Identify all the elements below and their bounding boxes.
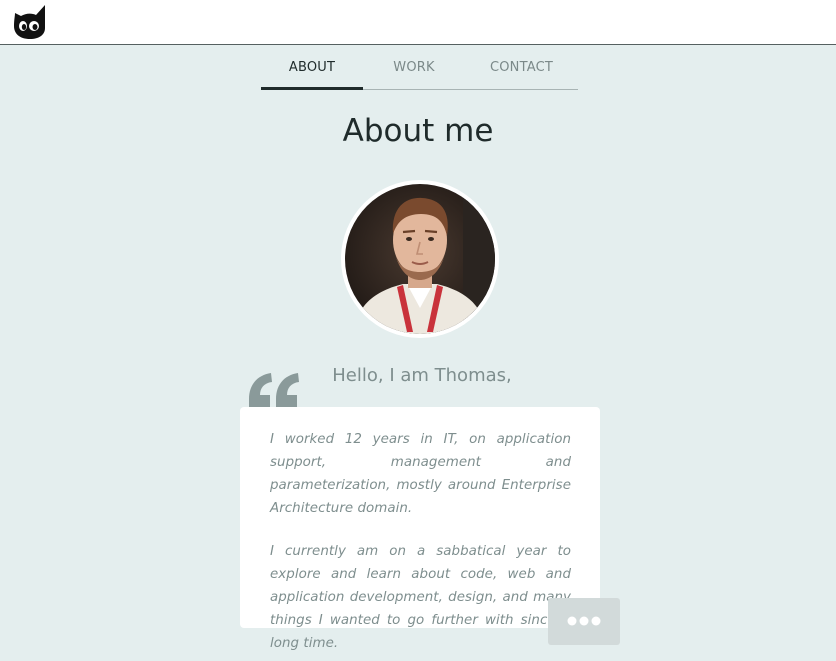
top-bar bbox=[0, 0, 836, 45]
more-button[interactable] bbox=[548, 598, 620, 645]
tab-work[interactable]: WORK bbox=[363, 45, 465, 90]
bio-paragraph: I currently am on a sabbatical year to e… bbox=[270, 544, 571, 651]
avatar bbox=[341, 180, 499, 338]
tab-about[interactable]: ABOUT bbox=[261, 45, 363, 90]
profile-photo bbox=[345, 184, 495, 334]
ellipsis-icon bbox=[567, 616, 601, 626]
active-tab-indicator bbox=[261, 87, 363, 90]
tab-contact[interactable]: CONTACT bbox=[465, 45, 578, 90]
main-tabs: ABOUT WORK CONTACT bbox=[261, 45, 578, 90]
cat-head-logo[interactable] bbox=[12, 4, 48, 40]
greeting: Hello, I am Thomas, bbox=[332, 365, 512, 386]
page-title: About me bbox=[342, 113, 494, 149]
bio-card: I worked 12 years in IT, on application … bbox=[240, 407, 600, 651]
bio-paragraph: I worked 12 years in IT, on application … bbox=[270, 432, 571, 516]
